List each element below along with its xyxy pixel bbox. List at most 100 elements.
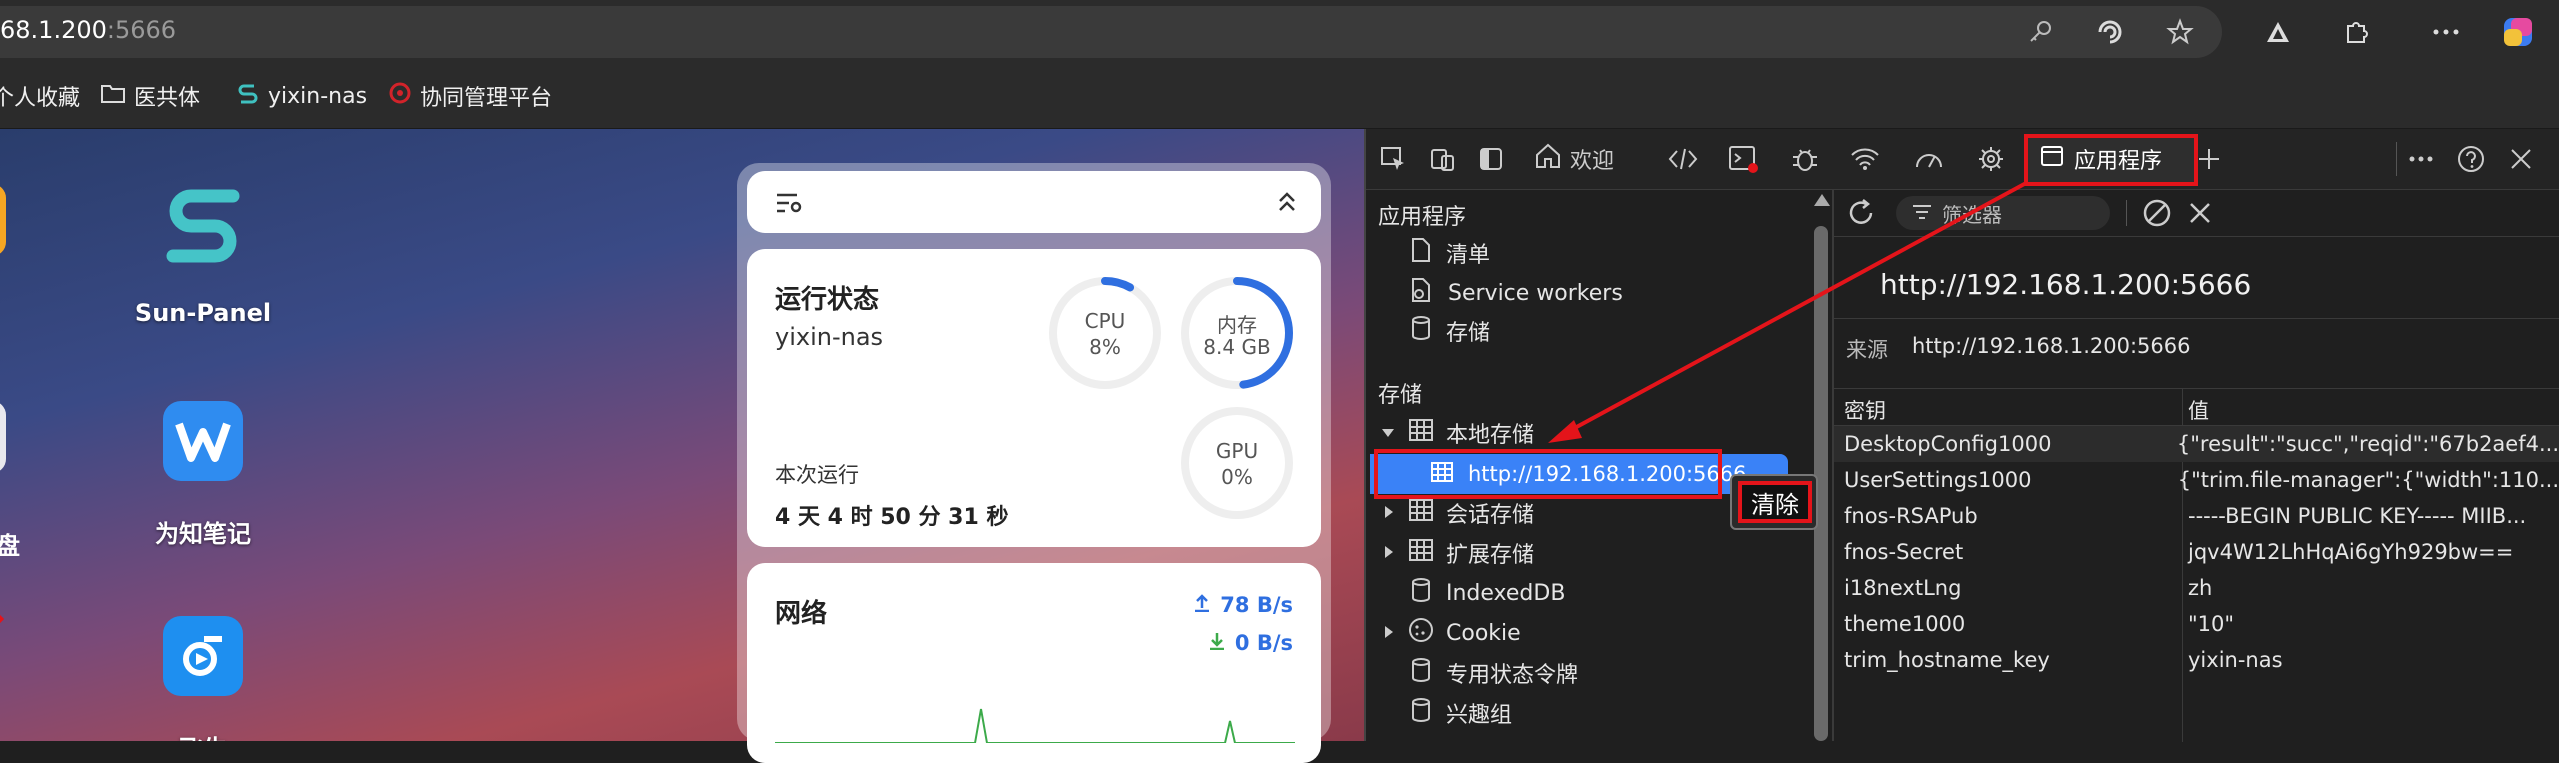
host-name: yixin-nas — [775, 323, 884, 351]
row-value: {"trim.file-manager":{"width":110... — [2177, 468, 2559, 492]
device-emulation-icon[interactable] — [1424, 140, 1462, 178]
system-widget-panel: 运行状态 yixin-nas CPU 8% 内存 8.4 GB GPU 0% 本… — [737, 163, 1331, 763]
tab-welcome[interactable]: 欢迎 — [1534, 140, 1614, 178]
row-value: -----BEGIN PUBLIC KEY----- MIIB... — [2188, 504, 2527, 528]
column-header-value[interactable]: 值 — [2188, 395, 2209, 425]
row-key: i18nextLng — [1844, 576, 1962, 600]
widget-toolbar — [747, 171, 1321, 233]
row-key: fnos-RSAPub — [1844, 504, 1978, 528]
bookmark-collab-platform[interactable]: 协同管理平台 — [388, 80, 552, 112]
network-wifi-icon[interactable] — [1846, 140, 1884, 178]
row-key: theme1000 — [1844, 612, 1966, 636]
uptime-value: 4 天 4 时 50 分 31 秒 — [775, 505, 1009, 530]
scroll-up-arrow[interactable] — [1814, 194, 1830, 206]
status-card: 运行状态 yixin-nas CPU 8% 内存 8.4 GB GPU 0% 本… — [747, 249, 1321, 547]
upload-arrow-icon — [1194, 593, 1210, 617]
table-row[interactable]: UserSettings1000 {"trim.file-manager":{"… — [1834, 462, 2559, 498]
fn-app-icon[interactable] — [163, 616, 243, 696]
tree-indexeddb[interactable]: IndexedDB — [1410, 576, 1565, 610]
tree-cookie[interactable]: Cookie — [1382, 616, 1521, 650]
sources-bug-icon[interactable] — [1786, 140, 1824, 178]
tree-session-storage[interactable]: 会话存储 — [1382, 496, 1534, 530]
origin-title: http://192.168.1.200:5666 — [1880, 268, 2252, 301]
elements-tab-icon[interactable] — [1664, 140, 1702, 178]
cpu-gauge: CPU 8% — [1047, 275, 1163, 391]
inspect-element-icon[interactable] — [1374, 140, 1412, 178]
memory-chip-icon[interactable] — [1972, 140, 2010, 178]
gpu-gauge: GPU 0% — [1179, 405, 1295, 521]
collapsed-caret-icon — [1382, 541, 1396, 566]
bookmarks-bar — [0, 64, 2559, 129]
tree-local-storage[interactable]: 本地存储 — [1380, 416, 1534, 450]
address-bar[interactable] — [0, 6, 2222, 58]
database-icon — [1410, 657, 1432, 689]
filter-input[interactable]: 筛选器 — [1896, 196, 2110, 230]
filter-settings-icon[interactable] — [775, 192, 803, 218]
dock-side-icon[interactable] — [1472, 140, 1510, 178]
uptime-label: 本次运行 — [775, 463, 859, 487]
wiz-note-app-label: 为知笔记 — [155, 520, 251, 548]
database-icon — [1410, 697, 1432, 729]
tree-private-state-tokens[interactable]: 专用状态令牌 — [1410, 656, 1578, 690]
expanded-caret-icon — [1380, 421, 1396, 446]
table-row[interactable]: fnos-Secret jqv4W12LhHqAi6gYh929bw== — [1834, 534, 2559, 570]
delete-selected-icon[interactable] — [2188, 201, 2212, 229]
table-row[interactable]: theme1000 "10" — [1834, 606, 2559, 642]
console-tab-icon[interactable] — [1724, 140, 1762, 178]
copilot-icon[interactable] — [2500, 14, 2536, 50]
extension-triangle-icon[interactable] — [2260, 14, 2296, 50]
tree-interest-groups[interactable]: 兴趣组 — [1410, 696, 1512, 730]
collapse-chevron-icon[interactable] — [1277, 191, 1297, 217]
clear-all-icon[interactable] — [2142, 198, 2172, 232]
partial-app-icon[interactable] — [0, 184, 6, 256]
more-menu-icon[interactable] — [2428, 14, 2464, 50]
partial-app-icon[interactable] — [0, 401, 6, 473]
source-value: http://192.168.1.200:5666 — [1912, 334, 2191, 358]
more-options-icon[interactable] — [2402, 140, 2440, 178]
translate-icon[interactable] — [2092, 14, 2128, 50]
bookmark-folder-yigongti[interactable]: 医共体 — [100, 80, 200, 112]
network-card: 网络 78 B/s 0 B/s — [747, 563, 1321, 763]
folder-icon — [100, 82, 126, 110]
table-row[interactable]: fnos-RSAPub -----BEGIN PUBLIC KEY----- M… — [1834, 498, 2559, 534]
tree-storage-overview[interactable]: 存储 — [1410, 314, 1490, 348]
row-key: DesktopConfig1000 — [1844, 432, 2052, 456]
key-icon[interactable] — [2022, 14, 2058, 50]
row-key: trim_hostname_key — [1844, 648, 2050, 672]
close-devtools-icon[interactable] — [2502, 140, 2540, 178]
table-row[interactable]: i18nextLng zh — [1834, 570, 2559, 606]
sun-panel-app-label: Sun-Panel — [134, 299, 272, 327]
bookmark-favorites[interactable]: 个人收藏 — [0, 80, 80, 112]
favorite-star-icon[interactable] — [2162, 14, 2198, 50]
url-text[interactable]: 68.1.200:5666 — [0, 16, 176, 44]
table-row[interactable]: DesktopConfig1000 {"result":"succ","reqi… — [1834, 426, 2559, 462]
gpu-label: GPU — [1215, 439, 1259, 463]
context-menu-clear-item[interactable]: 清除 — [1738, 481, 1812, 523]
memory-gauge: 内存 8.4 GB — [1179, 275, 1295, 391]
column-header-key[interactable]: 密钥 — [1844, 395, 1886, 425]
performance-gauge-icon[interactable] — [1910, 140, 1948, 178]
gpu-value: 0% — [1221, 465, 1253, 489]
extensions-puzzle-icon[interactable] — [2338, 14, 2374, 50]
memory-label: 内存 — [1217, 313, 1257, 337]
platform-logo-icon — [388, 81, 412, 111]
tree-service-workers[interactable]: Service workers — [1410, 276, 1623, 310]
row-value: zh — [2188, 576, 2213, 600]
add-tab-plus-icon[interactable] — [2190, 140, 2228, 178]
status-title: 运行状态 — [775, 285, 880, 315]
bookmark-yixin-nas[interactable]: yixin-nas — [236, 80, 367, 112]
filter-lines-icon — [1912, 201, 1932, 225]
collapsed-caret-icon — [1382, 621, 1396, 646]
cpu-value: 8% — [1089, 335, 1121, 359]
tree-extension-storage[interactable]: 扩展存储 — [1382, 536, 1534, 570]
wiz-note-app-icon[interactable] — [163, 401, 243, 481]
row-key: fnos-Secret — [1844, 540, 1964, 564]
table-row[interactable]: trim_hostname_key yixin-nas — [1834, 642, 2559, 678]
help-icon[interactable] — [2452, 140, 2490, 178]
sun-panel-app-icon[interactable] — [155, 174, 251, 270]
tree-manifest[interactable]: 清单 — [1410, 236, 1490, 270]
row-value: yixin-nas — [2188, 648, 2283, 672]
database-icon — [1410, 577, 1432, 609]
devtools-main-pane: 筛选器 http://192.168.1.200:5666 来源 http://… — [1834, 190, 2559, 742]
refresh-icon[interactable] — [1846, 198, 1876, 232]
